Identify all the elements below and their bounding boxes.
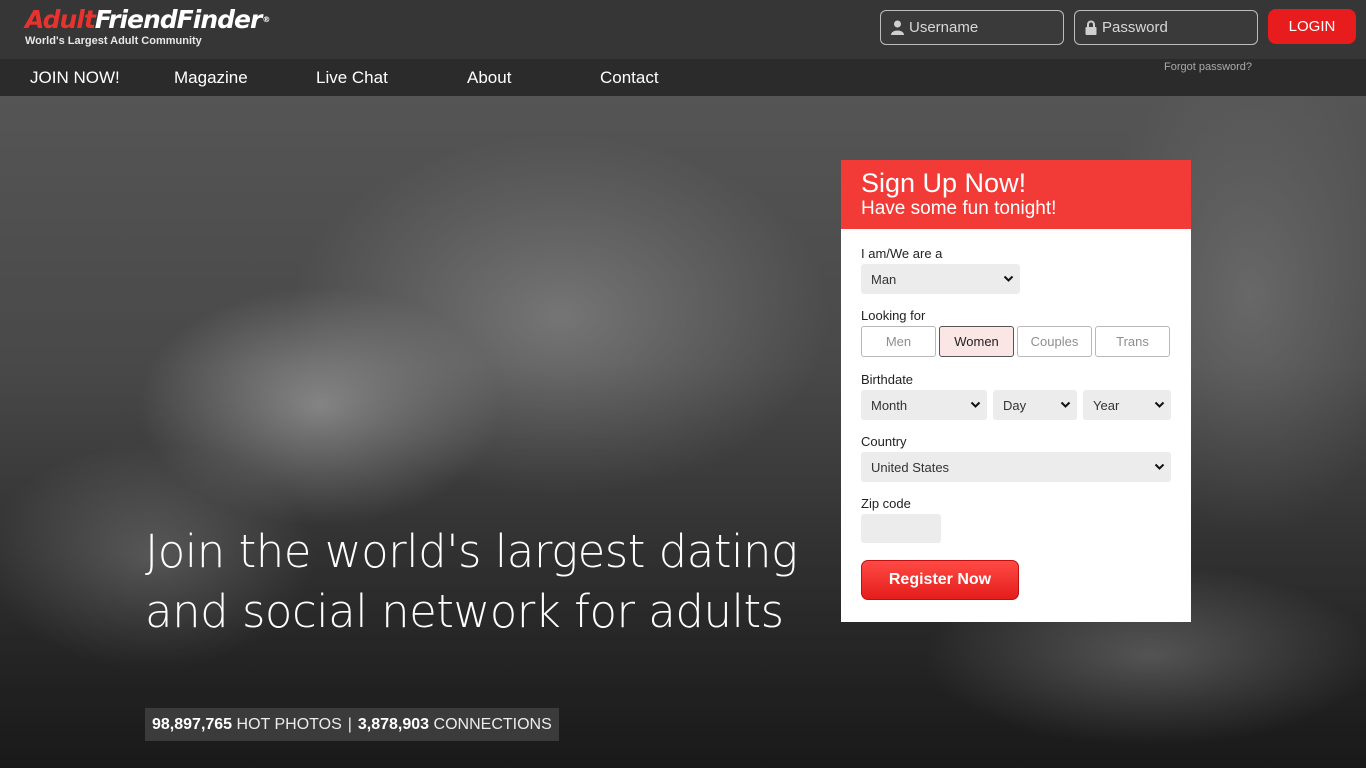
top-header: AdultFriendFinder® World's Largest Adult… (0, 0, 1366, 59)
chevron-down-icon (970, 401, 981, 408)
signup-header: Sign Up Now! Have some fun tonight! (841, 160, 1191, 229)
username-placeholder: Username (909, 19, 979, 36)
nav-contact[interactable]: Contact (600, 59, 659, 96)
stats-separator: | (347, 715, 352, 733)
birth-year-select[interactable]: Year (1083, 390, 1171, 420)
looking-women-button[interactable]: Women (939, 326, 1014, 357)
photos-label: HOT PHOTOS (236, 715, 342, 733)
birthdate-label: Birthdate (861, 372, 914, 387)
day-value: Day (1003, 397, 1027, 413)
iam-value: Man (871, 271, 897, 287)
country-select[interactable]: United States (861, 452, 1171, 482)
forgot-password-link[interactable]: Forgot password? (1164, 61, 1252, 73)
user-icon (891, 20, 904, 35)
iam-label: I am/We are a (861, 246, 943, 261)
logo-tagline: World's Largest Adult Community (25, 35, 202, 47)
hero-headline: Join the world's largest dating and soci… (145, 525, 798, 638)
password-input[interactable]: Password (1074, 10, 1258, 45)
password-placeholder: Password (1102, 19, 1168, 36)
nav-about[interactable]: About (467, 59, 511, 96)
main-nav: JOIN NOW! Magazine Live Chat About Conta… (0, 59, 1366, 96)
looking-men-button[interactable]: Men (861, 326, 936, 357)
month-value: Month (871, 397, 908, 413)
chevron-down-icon (1060, 401, 1071, 408)
birth-month-select[interactable]: Month (861, 390, 987, 420)
chevron-down-icon (1154, 401, 1165, 408)
stats-bar: 98,897,765 HOT PHOTOS | 3,878,903 CONNEC… (145, 708, 559, 741)
country-value: United States (871, 459, 950, 475)
signup-subtitle: Have some fun tonight! (861, 198, 1057, 219)
site-logo[interactable]: AdultFriendFinder® World's Largest Adult… (25, 5, 270, 47)
iam-select[interactable]: Man (861, 264, 1020, 294)
lock-icon (1085, 20, 1097, 35)
signup-title: Sign Up Now! (861, 168, 1027, 198)
year-value: Year (1093, 397, 1120, 413)
country-label: Country (861, 434, 907, 449)
photos-count: 98,897,765 (152, 715, 233, 733)
connections-label: CONNECTIONS (433, 715, 552, 733)
zip-label: Zip code (861, 496, 911, 511)
nav-live-chat[interactable]: Live Chat (316, 59, 388, 96)
signup-panel: Sign Up Now! Have some fun tonight! I am… (841, 160, 1191, 622)
zip-code-input[interactable] (861, 514, 941, 543)
logo-wordmark: AdultFriendFinder® (25, 5, 270, 34)
looking-for-label: Looking for (861, 308, 926, 323)
chevron-down-icon (1154, 463, 1165, 470)
register-now-button[interactable]: Register Now (861, 560, 1019, 600)
username-input[interactable]: Username (880, 10, 1064, 45)
looking-couples-button[interactable]: Couples (1017, 326, 1092, 357)
chevron-down-icon (1003, 275, 1014, 282)
looking-trans-button[interactable]: Trans (1095, 326, 1170, 357)
login-button[interactable]: LOGIN (1268, 9, 1356, 44)
nav-join-now[interactable]: JOIN NOW! (30, 59, 120, 96)
connections-count: 3,878,903 (357, 715, 430, 733)
nav-magazine[interactable]: Magazine (174, 59, 248, 96)
birth-day-select[interactable]: Day (993, 390, 1077, 420)
